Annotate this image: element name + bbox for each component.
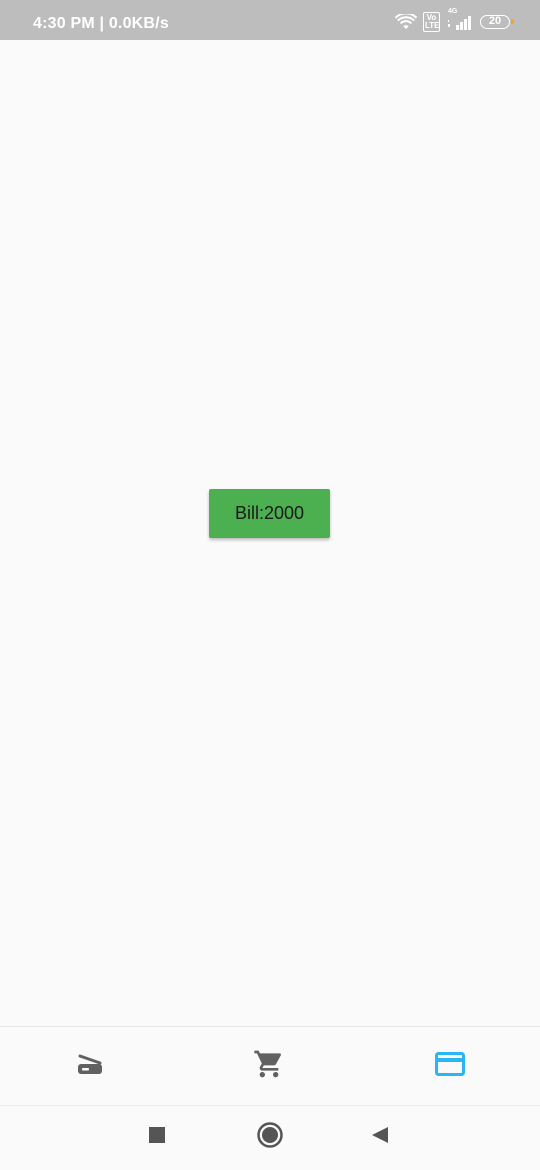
network-type-label: 4G: [448, 8, 458, 15]
status-bar: 4:30 PM | 0.0KB/s Vo LTE 4G 20: [0, 0, 540, 40]
home-button[interactable]: [253, 1120, 287, 1154]
recents-square-icon: [148, 1126, 166, 1149]
bottom-navigation: [0, 1026, 540, 1105]
nav-item-scanner[interactable]: [30, 1027, 150, 1105]
bill-button[interactable]: Bill:2000: [209, 489, 330, 538]
back-button[interactable]: [363, 1120, 397, 1154]
nav-item-payment[interactable]: [390, 1027, 510, 1105]
back-triangle-icon: [370, 1125, 390, 1150]
nav-item-cart[interactable]: [209, 1027, 329, 1105]
app-screen: 4:30 PM | 0.0KB/s Vo LTE 4G 20 Bill:2000: [0, 0, 540, 1170]
recents-button[interactable]: [140, 1120, 174, 1154]
signal-icon: 4G: [446, 8, 474, 30]
credit-card-icon: [435, 1051, 465, 1081]
scanner-icon: [76, 1052, 104, 1081]
shopping-cart-icon: [253, 1048, 285, 1085]
volte-icon: Vo LTE: [423, 12, 440, 32]
battery-icon: 20: [480, 15, 514, 29]
status-icons: Vo LTE 4G 20: [395, 8, 514, 32]
system-navigation-bar: [0, 1105, 540, 1170]
battery-level: 20: [488, 15, 502, 27]
wifi-icon: [395, 14, 417, 30]
battery-tip: [511, 19, 514, 24]
home-circle-icon: [256, 1121, 284, 1154]
status-time-speed: 4:30 PM | 0.0KB/s: [33, 15, 169, 32]
